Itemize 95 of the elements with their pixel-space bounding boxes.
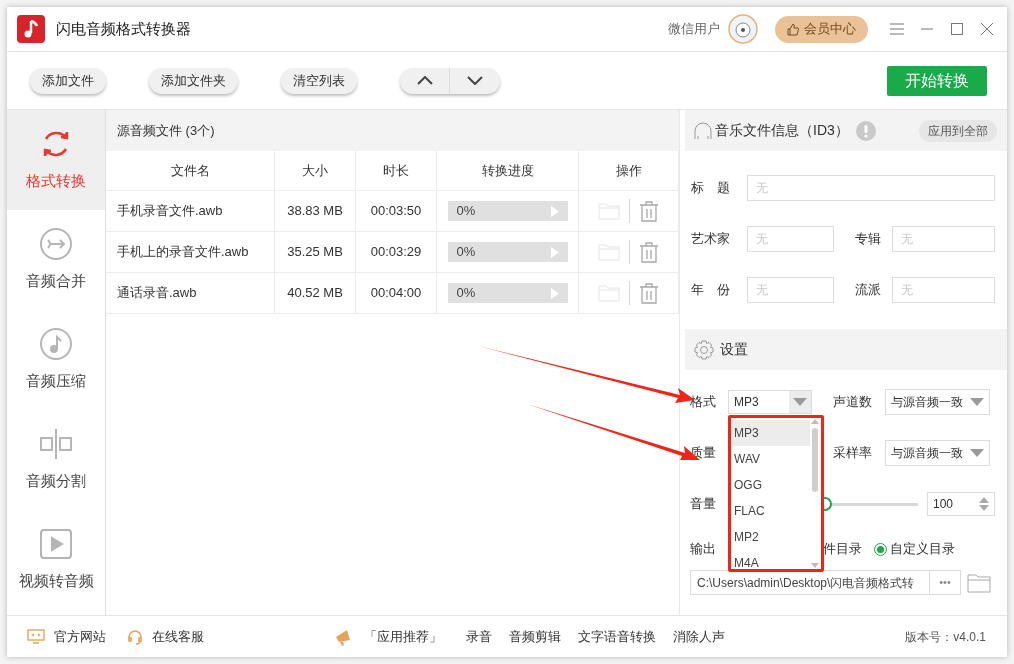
maximize-icon[interactable] xyxy=(951,23,963,35)
format-select[interactable]: MP3 xyxy=(728,390,812,414)
folder-icon[interactable] xyxy=(598,284,620,302)
table-cell: 通话录音.awb xyxy=(106,273,275,314)
field-label: 输出 xyxy=(690,540,717,559)
info-icon[interactable] xyxy=(855,120,876,141)
headset-icon xyxy=(127,628,143,645)
footer-link[interactable]: 音频剪辑 xyxy=(509,626,561,647)
caret-icon xyxy=(970,449,984,457)
footer-link[interactable]: 消除人声 xyxy=(673,626,725,647)
close-icon[interactable] xyxy=(981,23,993,35)
play-icon[interactable] xyxy=(550,246,559,258)
caret-icon xyxy=(970,398,984,406)
window-title: 闪电音频格式转换器 xyxy=(56,18,191,39)
table-cell: 手机录音文件.awb xyxy=(106,191,275,232)
browse-button[interactable]: ••• xyxy=(930,570,961,595)
play-icon[interactable] xyxy=(550,287,559,299)
footer-link[interactable]: 文字语音转换 xyxy=(578,626,656,647)
monitor-icon xyxy=(27,629,45,644)
format-option[interactable]: FLAC xyxy=(732,498,810,524)
progress-text: 0% xyxy=(456,243,476,262)
column-header: 大小 xyxy=(275,151,356,191)
footer-link[interactable]: 官方网站 xyxy=(54,626,106,647)
column-header: 时长 xyxy=(356,151,437,191)
scroll-down-icon[interactable] xyxy=(811,563,819,568)
radio-label: 件目录 xyxy=(823,540,862,559)
field-label: 艺术家 xyxy=(691,230,731,249)
column-header: 文件名 xyxy=(106,151,275,191)
chevron-down-icon xyxy=(467,76,483,85)
trash-icon[interactable] xyxy=(639,282,659,304)
split-icon xyxy=(39,427,73,462)
toolbar-button[interactable]: 添加文件 xyxy=(30,67,106,94)
table-cell: 00:03:29 xyxy=(356,232,437,273)
progress-text: 0% xyxy=(456,202,476,221)
menu-icon[interactable] xyxy=(890,23,904,35)
table-cell: 40.52 MB xyxy=(275,273,356,314)
folder-icon[interactable] xyxy=(598,202,620,220)
app-logo xyxy=(17,15,45,43)
file-list-title: 源音频文件 (3个) xyxy=(117,121,215,140)
format-option[interactable]: MP3 xyxy=(732,420,810,446)
sidebar-item[interactable]: 音频合并 xyxy=(7,210,105,310)
user-name: 微信用户 xyxy=(668,20,720,39)
field-label: 专辑 xyxy=(855,230,882,249)
field-label: 声道数 xyxy=(833,393,873,412)
play-icon[interactable] xyxy=(550,205,559,217)
apply-all-button[interactable]: 应用到全部 xyxy=(919,119,997,142)
version-text: 版本号：v4.0.1 xyxy=(905,628,986,646)
trash-icon[interactable] xyxy=(639,241,659,263)
music-note-icon xyxy=(39,327,73,362)
table-cell: 00:04:00 xyxy=(356,273,437,314)
headphones-icon xyxy=(694,121,712,140)
format-option[interactable]: MP2 xyxy=(732,524,810,550)
settings-icon xyxy=(694,339,714,360)
id3-title: 音乐文件信息（ID3） xyxy=(715,121,849,140)
trash-icon[interactable] xyxy=(639,200,659,222)
scroll-up-icon[interactable] xyxy=(811,419,819,424)
video-play-icon xyxy=(39,527,73,562)
toolbar-button[interactable]: 清空列表 xyxy=(281,67,357,94)
field-label: 年 份 xyxy=(691,281,731,300)
toolbar-button[interactable]: 添加文件夹 xyxy=(149,67,238,94)
sidebar-item[interactable]: 音频分割 xyxy=(7,410,105,510)
scrollbar[interactable] xyxy=(810,419,820,568)
sidebar-item[interactable]: 视频转音频 xyxy=(7,510,105,610)
folder-icon[interactable] xyxy=(967,572,991,593)
caret-icon xyxy=(793,398,807,406)
format-option[interactable]: WAV xyxy=(732,446,810,472)
avatar-icon[interactable] xyxy=(728,14,758,44)
sample-rate-select[interactable]: 与源音频一致 xyxy=(885,440,990,466)
column-header: 转换进度 xyxy=(437,151,579,191)
format-option[interactable]: M4A xyxy=(732,550,810,568)
footer-link[interactable]: 在线客服 xyxy=(152,626,204,647)
field-label: 流派 xyxy=(855,281,882,300)
column-header: 操作 xyxy=(579,151,679,191)
minimize-icon[interactable] xyxy=(921,28,933,30)
table-cell: 35.25 MB xyxy=(275,232,356,273)
folder-icon[interactable] xyxy=(598,243,620,261)
table-cell: 38.83 MB xyxy=(275,191,356,232)
table-cell: 00:03:50 xyxy=(356,191,437,232)
vip-button[interactable]: 会员中心 xyxy=(775,15,868,43)
channels-select[interactable]: 与源音频一致 xyxy=(885,389,990,415)
field-label: 标 题 xyxy=(691,179,731,198)
table-cell: 手机上的录音文件.awb xyxy=(106,232,275,273)
sidebar-item[interactable]: 音频压缩 xyxy=(7,310,105,410)
progress-text: 0% xyxy=(456,284,476,303)
format-option[interactable]: OGG xyxy=(732,472,810,498)
thumbs-up-icon xyxy=(787,22,800,36)
field-label: 采样率 xyxy=(833,444,873,463)
recommend-label: 「应用推荐」 xyxy=(364,627,442,646)
volume-field[interactable]: 100 xyxy=(927,492,995,516)
spinner-icon[interactable] xyxy=(979,496,989,512)
footer-link[interactable]: 录音 xyxy=(466,626,492,647)
sidebar-item[interactable]: 格式转换 xyxy=(7,110,105,210)
settings-title: 设置 xyxy=(720,340,748,359)
chevron-up-icon xyxy=(416,76,433,85)
directory-radio[interactable]: 自定义目录 xyxy=(874,539,955,559)
